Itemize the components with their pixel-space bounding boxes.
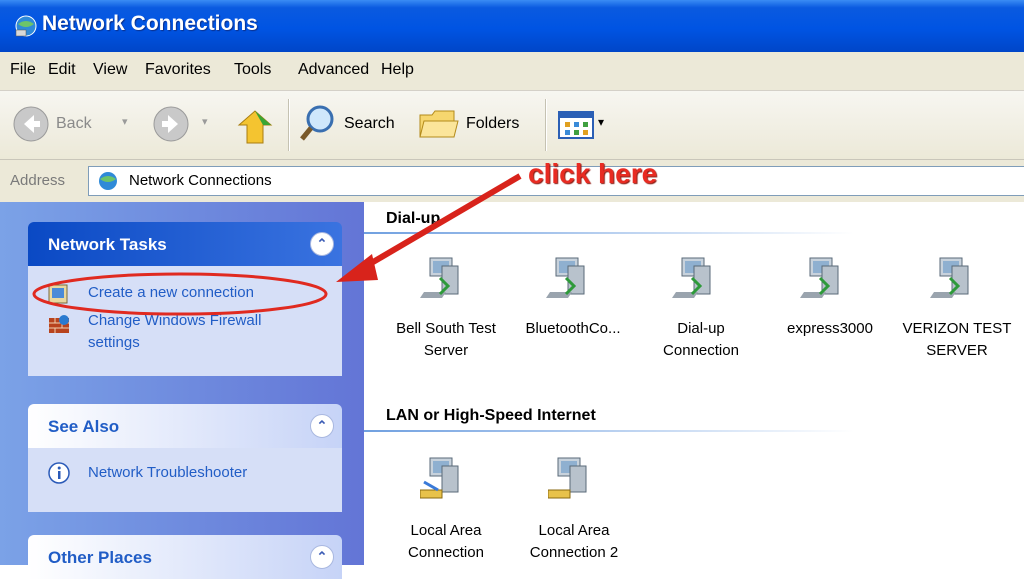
task-pane: Network Tasks ⌃ Create a new connection … — [0, 202, 364, 579]
connection-name-line1: VERIZON TEST — [902, 320, 1012, 337]
connection-name-line2: Connection 2 — [529, 544, 619, 561]
views-icon — [558, 111, 594, 139]
back-arrow-icon — [13, 106, 49, 142]
menu-help[interactable]: Help — [381, 61, 414, 79]
menu-edit[interactable]: Edit — [48, 61, 76, 79]
network-tasks-panel: Network Tasks ⌃ Create a new connection … — [28, 222, 342, 376]
connection-name-line2: Connection — [408, 544, 484, 561]
folders-button[interactable]: Folders — [418, 103, 534, 147]
address-bar: Address Network Connections — [0, 160, 1024, 202]
connection-name-line1: BluetoothCo... — [525, 320, 621, 337]
connection-label[interactable]: express3000 — [772, 318, 888, 340]
other-places-panel: Other Places ⌃ — [28, 535, 342, 579]
connection-name-line2: Server — [423, 342, 469, 359]
views-dropdown-icon: ▾ — [598, 115, 605, 129]
views-button[interactable]: ▾ — [556, 109, 616, 143]
back-label: Back — [56, 115, 92, 132]
up-folder-icon[interactable] — [235, 103, 275, 147]
connection-name-line1: Local Area — [410, 522, 482, 539]
toolbar-separator — [545, 99, 547, 151]
search-icon — [300, 105, 334, 141]
connection-name-line2: Connection — [663, 342, 739, 359]
change-firewall-link[interactable]: Change Windows Firewall settings — [28, 312, 328, 362]
collapse-chevron-icon[interactable]: ⌃ — [310, 414, 334, 438]
network-tasks-header[interactable]: Network Tasks ⌃ — [28, 222, 342, 266]
network-connections-icon — [99, 172, 117, 190]
back-button[interactable]: Back ▾ — [12, 105, 136, 145]
window-title: Network Connections — [42, 12, 258, 35]
search-label: Search — [344, 115, 395, 132]
connection-name-line1: Local Area — [538, 522, 610, 539]
info-icon — [48, 462, 70, 484]
menu-tools[interactable]: Tools — [234, 61, 271, 79]
collapse-chevron-icon[interactable]: ⌃ — [310, 545, 334, 569]
lan-connection-icon[interactable] — [548, 456, 592, 500]
connection-label[interactable]: VERIZON TEST SERVER — [892, 318, 1022, 362]
menu-favorites[interactable]: Favorites — [145, 61, 211, 79]
red-highlight-ellipse — [32, 272, 328, 316]
group-divider — [364, 430, 854, 432]
forward-button[interactable]: ▾ — [152, 105, 222, 145]
folders-label: Folders — [466, 115, 520, 132]
address-value: Network Connections — [129, 172, 272, 189]
see-also-header[interactable]: See Also ⌃ — [28, 404, 342, 448]
firewall-icon — [49, 315, 69, 333]
see-also-panel: See Also ⌃ Network Troubleshooter — [28, 404, 342, 512]
network-troubleshooter-label: Network Troubleshooter — [88, 464, 248, 481]
connection-label[interactable]: Dial-up Connection — [646, 318, 756, 362]
search-button[interactable]: Search — [298, 103, 408, 147]
see-also-title: See Also — [48, 417, 120, 436]
network-tasks-body: Create a new connection Change Windows F… — [28, 266, 342, 376]
network-troubleshooter-link[interactable]: Network Troubleshooter — [28, 462, 328, 486]
menu-file[interactable]: File — [10, 61, 36, 79]
connection-name-line1: Bell South Test — [396, 320, 496, 337]
back-dropdown-icon[interactable]: ▾ — [122, 115, 128, 128]
connection-name-line1: express3000 — [787, 320, 873, 337]
connection-name-line1: Dial-up — [677, 320, 725, 337]
dialup-connection-icon[interactable] — [672, 256, 716, 300]
toolbar: Back ▾ ▾ Search Folders ▾ — [0, 91, 1024, 160]
menu-bar: File Edit View Favorites Tools Advanced … — [0, 52, 1024, 91]
group-divider — [364, 232, 854, 234]
click-here-annotation: click here — [528, 158, 658, 189]
dialup-connection-icon[interactable] — [800, 256, 844, 300]
other-places-header[interactable]: Other Places ⌃ — [28, 535, 342, 579]
menu-view[interactable]: View — [93, 61, 127, 79]
connection-label[interactable]: Bell South Test Server — [382, 318, 510, 362]
collapse-chevron-icon[interactable]: ⌃ — [310, 232, 334, 256]
connection-label[interactable]: BluetoothCo... — [510, 318, 636, 340]
dialup-group-header: Dial-up — [386, 210, 441, 227]
dialup-connection-icon[interactable] — [546, 256, 590, 300]
folders-icon — [419, 110, 459, 138]
lan-connection-icon[interactable] — [420, 456, 464, 500]
title-bar: Network Connections — [0, 0, 1024, 52]
lan-group-header: LAN or High-Speed Internet — [386, 407, 596, 424]
see-also-body: Network Troubleshooter — [28, 448, 342, 512]
network-connections-icon — [15, 15, 37, 37]
dialup-connection-icon[interactable] — [930, 256, 974, 300]
connection-label[interactable]: Local Area Connection 2 — [514, 520, 634, 564]
menu-advanced[interactable]: Advanced — [298, 61, 369, 79]
connection-name-line2: SERVER — [926, 342, 988, 359]
network-tasks-title: Network Tasks — [48, 235, 167, 254]
connection-label[interactable]: Local Area Connection — [394, 520, 498, 564]
address-label: Address — [10, 172, 66, 189]
forward-arrow-icon — [153, 106, 189, 142]
other-places-title: Other Places — [48, 548, 152, 567]
toolbar-separator — [288, 99, 290, 151]
forward-dropdown-icon[interactable]: ▾ — [202, 115, 208, 128]
change-firewall-label-cont: settings — [88, 334, 140, 351]
dialup-connection-icon[interactable] — [420, 256, 464, 300]
